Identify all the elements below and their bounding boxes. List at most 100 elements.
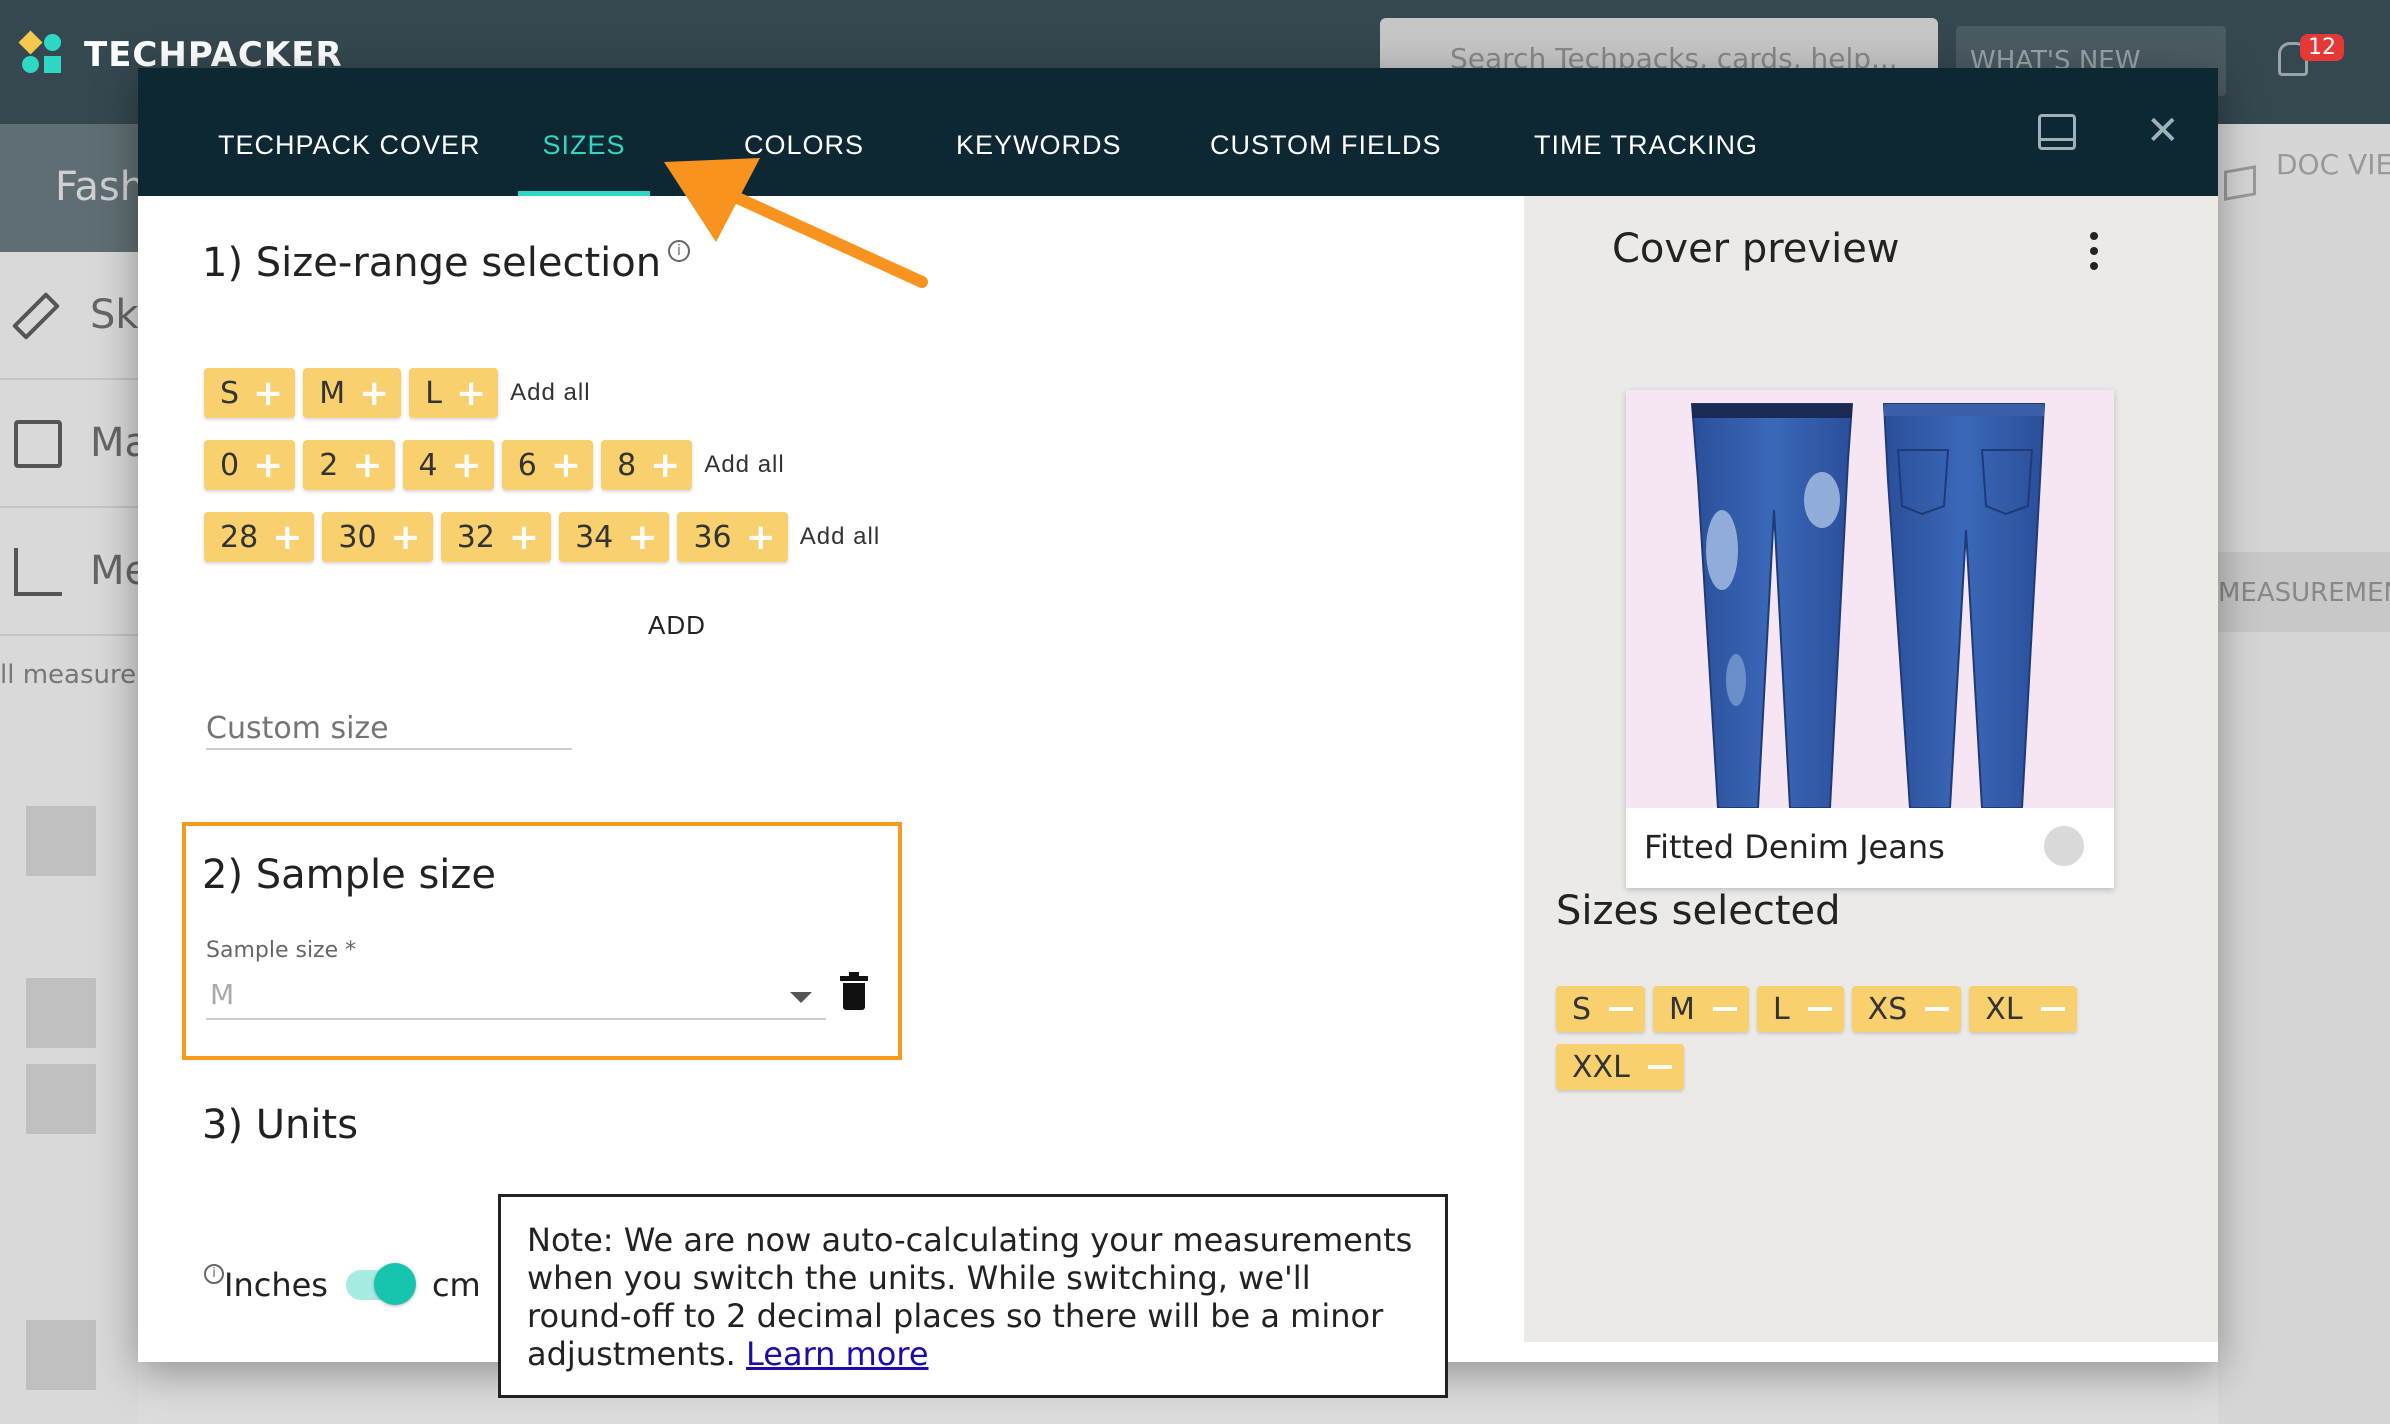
chevron-down-icon[interactable] [790, 992, 812, 1003]
size-chip-label: L [425, 375, 442, 411]
doc-view-button[interactable]: DOC VIE [2218, 148, 2390, 181]
add-custom-size-button[interactable]: ADD [648, 610, 706, 641]
sample-size-label: Sample size * [206, 938, 357, 963]
sizes-form: 1) Size-range selection i S + M + L + Add a… [138, 196, 1524, 1398]
selected-size-chip[interactable]: XXL [1556, 1044, 1684, 1090]
size-chip-label: M [319, 375, 346, 411]
toggle-preview-icon[interactable] [2038, 114, 2076, 150]
size-chip[interactable]: 2 + [303, 440, 395, 490]
cover-card[interactable]: Fitted Denim Jeans [1626, 390, 2114, 888]
pencil-icon [11, 291, 61, 341]
nav-item-label: Sk [90, 292, 139, 338]
size-chip[interactable]: L + [409, 368, 499, 418]
trash-icon[interactable] [840, 972, 868, 1010]
breadcrumb: Fash [0, 124, 145, 252]
size-chip-label: 0 [220, 447, 240, 483]
nav-item-sketch[interactable]: Sk [0, 252, 139, 380]
plus-icon: + [352, 444, 383, 486]
tab-keywords[interactable]: KEYWORDS [956, 130, 1122, 196]
minus-icon[interactable] [1925, 1007, 1950, 1011]
plus-icon: + [650, 444, 681, 486]
cover-preview-title: Cover preview [1612, 226, 1900, 272]
learn-more-link[interactable]: Learn more [746, 1335, 929, 1373]
tab-techpack-cover[interactable]: TECHPACK COVER [218, 130, 481, 196]
selected-size-label: XXL [1572, 1049, 1630, 1085]
selected-size-chip[interactable]: L [1756, 986, 1844, 1032]
sizes-selected-title: Sizes selected [1556, 888, 1841, 934]
size-chip[interactable]: 34 + [559, 512, 670, 562]
size-chip-label: 32 [456, 519, 495, 555]
note-text: Note: We are now auto-calculating your m… [527, 1221, 1413, 1373]
size-chip-label: 28 [220, 519, 259, 555]
modal-tab-bar: TECHPACK COVER SIZES COLORS KEYWORDS CUS… [138, 68, 2218, 196]
size-chip-label: 8 [617, 447, 637, 483]
minus-icon[interactable] [1609, 1007, 1634, 1011]
selected-size-chip[interactable]: XS [1851, 986, 1962, 1032]
tab-time-tracking[interactable]: TIME TRACKING [1534, 130, 1758, 196]
size-chip[interactable]: S + [204, 368, 296, 418]
selected-size-label: M [1669, 991, 1695, 1027]
plus-icon: + [508, 516, 540, 558]
selected-size-chip[interactable]: XL [1969, 986, 2077, 1032]
size-range-row: 0 + 2 + 4 + 6 + 8 + Add all [204, 440, 785, 490]
size-chip[interactable]: 4 + [402, 440, 494, 490]
plus-icon: + [359, 372, 390, 414]
units-toggle[interactable] [345, 1263, 416, 1305]
size-chip-label: 34 [575, 519, 614, 555]
selected-size-chip[interactable]: S [1556, 986, 1646, 1032]
measurements-tab[interactable]: MEASUREMEN [2218, 552, 2390, 632]
info-icon[interactable]: i [204, 1264, 224, 1284]
sample-size-select[interactable]: M [206, 972, 826, 1020]
size-chip[interactable]: 28 + [204, 512, 315, 562]
custom-size-input[interactable] [206, 708, 572, 750]
plus-icon: + [390, 516, 421, 558]
size-chip-label: 2 [319, 447, 339, 483]
orange-arrow-annotation [664, 158, 928, 288]
minus-icon[interactable] [1712, 1007, 1737, 1011]
size-chip[interactable]: 8 + [601, 440, 693, 490]
selected-size-label: XL [1985, 991, 2023, 1027]
techpack-settings-modal: TECHPACK COVER SIZES COLORS KEYWORDS CUS… [138, 68, 2218, 1398]
measurement-thumbnail [26, 1064, 96, 1134]
size-chip-label: 36 [693, 519, 732, 555]
status-dot[interactable] [2044, 826, 2084, 866]
nav-item-materials[interactable]: Ma [0, 380, 149, 508]
close-icon[interactable]: ✕ [2146, 108, 2180, 154]
measurement-thumbnail [26, 1320, 96, 1390]
units-heading: 3) Units [202, 1102, 359, 1148]
measurement-thumbnail [26, 806, 96, 876]
toggle-knob [373, 1263, 416, 1305]
selected-size-label: S [1572, 991, 1592, 1027]
size-chip[interactable]: 36 + [677, 512, 788, 562]
units-toggle-row: i Inches cm [204, 1263, 481, 1305]
selected-size-chip[interactable]: M [1653, 986, 1749, 1032]
measurement-thumbnail [26, 978, 96, 1048]
more-options-icon[interactable] [2090, 232, 2098, 277]
size-chip[interactable]: 6 + [501, 440, 594, 490]
add-all-button[interactable]: Add all [510, 379, 590, 407]
size-range-row: 28 + 30 + 32 + 34 + 36 + Add all [204, 512, 880, 562]
size-chip[interactable]: 32 + [440, 512, 552, 562]
plus-icon: + [451, 444, 482, 486]
minus-icon[interactable] [1647, 1065, 1672, 1069]
selected-sizes-list: S M L XS XL XXL [1556, 986, 2156, 1090]
add-all-button[interactable]: Add all [800, 523, 880, 551]
units-cm-label: cm [431, 1266, 481, 1304]
size-chip-label: 4 [418, 447, 438, 483]
ruler-icon [14, 548, 62, 596]
tab-custom-fields[interactable]: CUSTOM FIELDS [1210, 130, 1442, 196]
size-chip[interactable]: 0 + [204, 440, 296, 490]
minus-icon[interactable] [2040, 1007, 2065, 1011]
minus-icon[interactable] [1807, 1007, 1832, 1011]
tab-sizes[interactable]: SIZES [518, 130, 650, 196]
jeans-image [1626, 390, 2114, 808]
nav-item-measurements[interactable]: Me [0, 508, 149, 636]
size-chip-label: 30 [338, 519, 377, 555]
add-all-button[interactable]: Add all [704, 451, 784, 479]
size-chip[interactable]: 30 + [322, 512, 433, 562]
plus-icon: + [550, 444, 582, 486]
cube-icon [14, 420, 62, 468]
size-chip[interactable]: M + [303, 368, 402, 418]
plus-icon: + [253, 372, 284, 414]
units-inches-label: Inches [224, 1266, 328, 1304]
